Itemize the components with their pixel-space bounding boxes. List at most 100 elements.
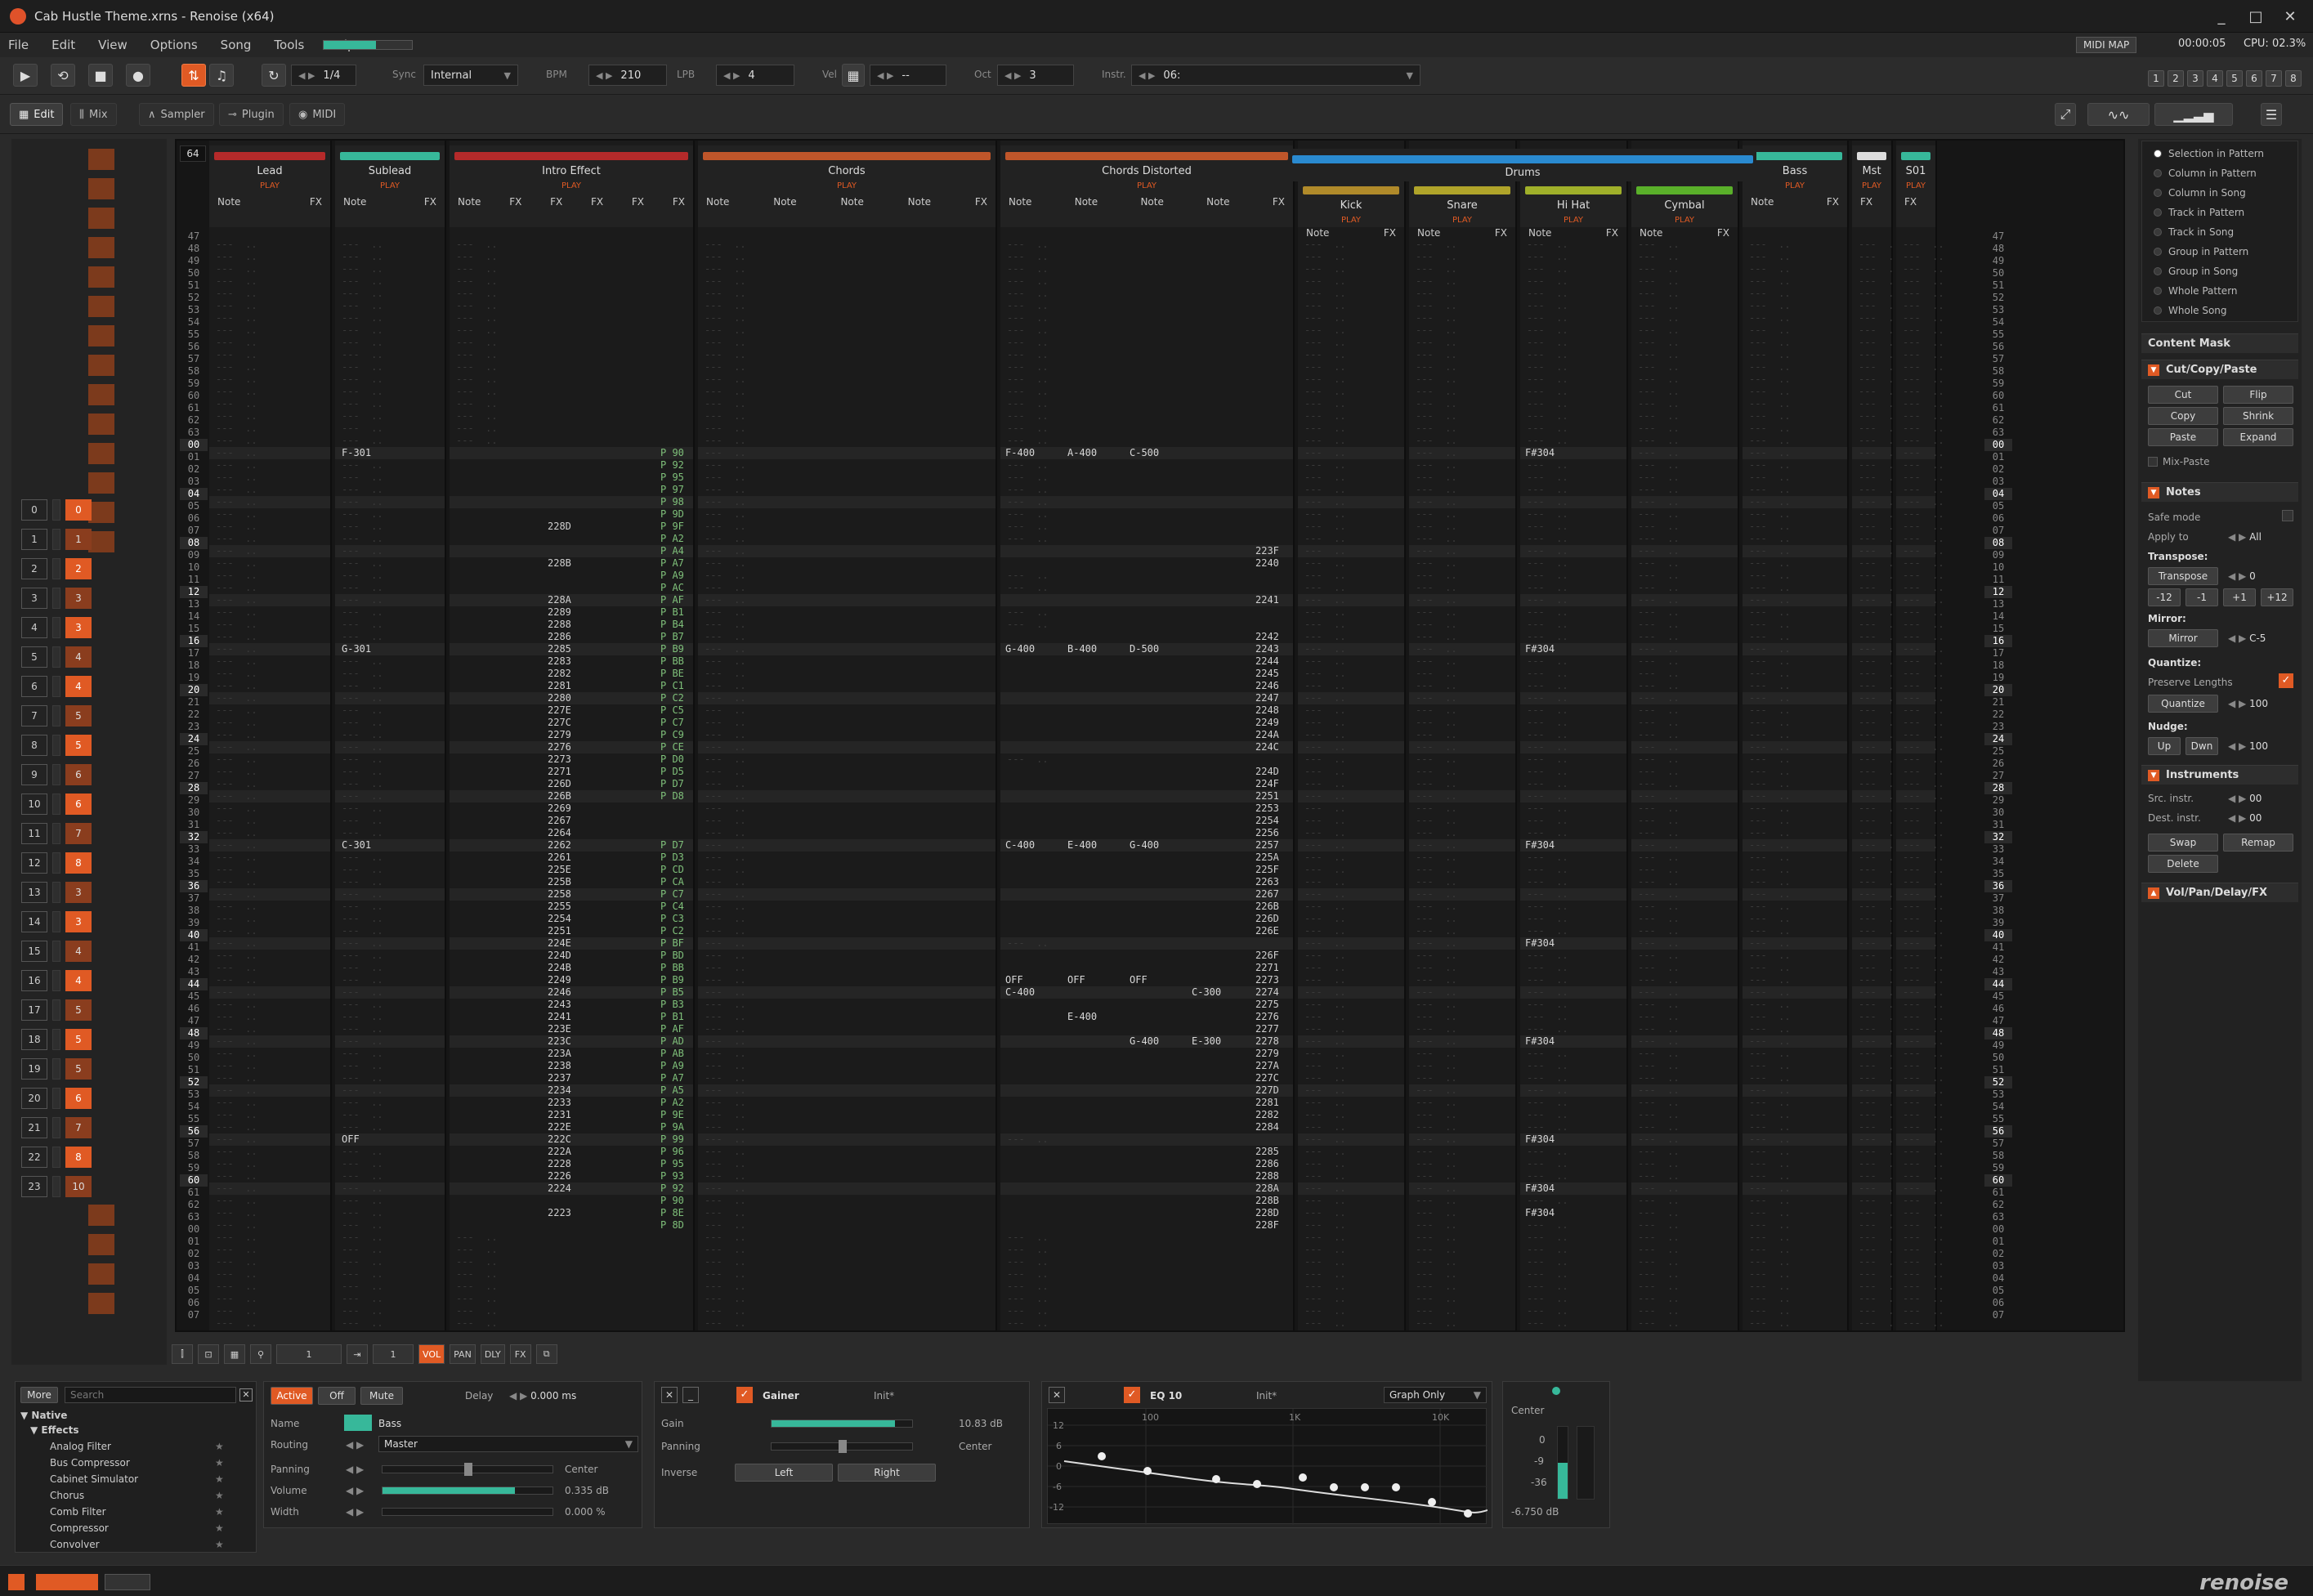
pattern-row[interactable]: --- .. [1852,275,1900,288]
pattern-row[interactable]: --- .. [1896,1195,1944,1207]
pattern-row[interactable]: --- .. [1896,1244,1944,1256]
sequence-row[interactable]: 22 [21,557,92,580]
pattern-row[interactable]: --- .. [450,239,693,251]
pattern-row[interactable]: --- .. [1520,668,1626,680]
pattern-row[interactable]: --- .. [1631,643,1738,655]
pattern-row[interactable]: 2228 P 95 [450,1158,693,1170]
pattern-row[interactable]: --- .. [1520,1146,1626,1158]
pattern-row[interactable]: --- .. [1409,373,1515,386]
pattern-row[interactable]: --- .. [1520,753,1626,766]
pattern-row[interactable]: --- .. [1298,913,1404,925]
pattern-row[interactable]: --- .. [1743,275,1847,288]
pattern-row[interactable]: --- .. [1520,1158,1626,1170]
pattern-row[interactable]: --- .. [1520,288,1626,300]
pattern-row[interactable]: 2249 [1000,717,1293,729]
tab-sampler[interactable]: ∧ Sampler [139,103,214,126]
pan-column-toggle[interactable]: PAN [450,1344,476,1364]
gainer-panning-slider[interactable] [771,1440,913,1453]
pattern-row[interactable]: 224E P BF [450,937,693,950]
sequence-pattern[interactable]: 3 [65,588,92,609]
pattern-row[interactable]: --- .. [1409,901,1515,913]
pattern-row[interactable]: --- .. [698,1158,995,1170]
browser-device-item[interactable]: Chorus [50,1490,84,1501]
pattern-row[interactable]: --- .. [1631,974,1738,986]
pattern-row[interactable]: 2251 P C2 [450,925,693,937]
pattern-row[interactable]: --- .. [1852,1232,1900,1244]
sequence-slot-empty[interactable] [88,325,114,346]
pattern-row[interactable]: --- .. [698,778,995,790]
pattern-row[interactable]: --- .. [209,741,330,753]
pattern-row[interactable]: --- .. [1852,680,1900,692]
pattern-row[interactable]: 2269 [450,802,693,815]
pattern-row[interactable]: --- .. [1520,717,1626,729]
pattern-row[interactable]: --- .. [698,1146,995,1158]
pattern-row[interactable]: --- .. [1520,545,1626,557]
pattern-row[interactable]: 226D P D7 [450,778,693,790]
pattern-row[interactable]: --- .. [335,398,445,410]
volume-slider[interactable] [382,1486,553,1495]
track-header[interactable]: Chords PLAY Note Note Note Note FX [698,145,995,227]
octave-field[interactable]: ◀ ▶ 3 [997,65,1074,86]
pattern-row[interactable]: --- .. [335,288,445,300]
pattern-row[interactable]: --- .. [1631,1244,1738,1256]
pattern-row[interactable]: --- .. [1298,1281,1404,1293]
pattern-row[interactable]: --- .. [1409,937,1515,950]
pattern-row[interactable]: --- .. [698,1109,995,1121]
browser-device-item[interactable]: Analog Filter [50,1441,111,1452]
pattern-row[interactable]: --- .. [1298,472,1404,484]
pattern-row[interactable]: --- .. [335,790,445,802]
pattern-cell[interactable]: 2288 [548,619,571,631]
gain-slider[interactable] [771,1419,913,1428]
pattern-row[interactable]: --- .. [1631,815,1738,827]
pattern-row[interactable]: --- .. [335,300,445,312]
pattern-row[interactable]: --- .. [1298,533,1404,545]
sequence-pattern[interactable]: 5 [65,705,92,726]
pattern-cell[interactable]: 227C [548,717,571,729]
pattern-row[interactable]: --- .. [1631,790,1738,802]
pattern-row[interactable]: --- .. [209,1170,330,1182]
pattern-row[interactable]: 2253 [1000,802,1293,815]
pattern-row[interactable]: --- .. [1896,1281,1944,1293]
pattern-row[interactable]: --- .. [698,643,995,655]
pattern-row[interactable]: --- .. [1520,373,1626,386]
pattern-row[interactable]: --- .. [209,753,330,766]
pattern-row[interactable]: --- .. [698,1232,995,1244]
pattern-row[interactable]: --- .. [1298,251,1404,263]
pattern-row[interactable]: --- .. [1743,986,1847,999]
pattern-row[interactable]: --- .. [1298,852,1404,864]
pattern-row[interactable]: --- .. [450,1256,693,1268]
pattern-row[interactable]: --- .. [1520,1109,1626,1121]
pattern-cell[interactable]: P 97 [660,484,684,496]
pattern-row[interactable]: --- .. [209,1268,330,1281]
sequence-row[interactable]: 20 6 [21,1087,92,1110]
pattern-row[interactable]: --- .. [1896,1097,1944,1109]
track-cymbal[interactable]: Cymbal PLAY Note FX --- .. --- .. --- .. --- ..… [1631,141,1739,1330]
pattern-row[interactable]: --- .. [1000,496,1293,508]
sequence-row[interactable]: 33 [21,587,92,610]
pattern-row[interactable]: --- .. [1743,373,1847,386]
pattern-row[interactable]: --- .. [335,1109,445,1121]
pattern-row[interactable]: --- .. [1520,1097,1626,1109]
pattern-row[interactable]: --- .. [1520,594,1626,606]
pattern-row[interactable]: --- .. [335,373,445,386]
pattern-row[interactable]: --- .. [698,239,995,251]
pattern-row[interactable]: --- .. [1743,1244,1847,1256]
pattern-row[interactable]: --- .. [1298,582,1404,594]
nudge-up-button[interactable]: Up [2148,737,2181,755]
pattern-row[interactable]: 2288 P B4 [450,619,693,631]
pattern-row[interactable]: --- .. [698,606,995,619]
pattern-row[interactable]: --- .. [1896,1256,1944,1268]
pattern-row[interactable]: --- .. [1520,631,1626,643]
pattern-row[interactable]: --- .. [1896,1072,1944,1084]
pattern-row[interactable]: --- .. [1409,631,1515,643]
pattern-row[interactable]: --- .. [1298,422,1404,435]
pattern-row[interactable]: --- .. [1852,1182,1900,1195]
pattern-cell[interactable]: P C2 [660,692,684,704]
pattern-row[interactable]: --- .. [1631,1256,1738,1268]
pattern-row[interactable]: --- .. [335,606,445,619]
pattern-row[interactable]: 228F [1000,1219,1293,1232]
pattern-row[interactable]: --- .. [209,459,330,472]
pattern-row[interactable]: --- .. [209,1317,330,1330]
more-button[interactable]: More [20,1387,58,1403]
pattern-row[interactable]: --- .. [335,913,445,925]
